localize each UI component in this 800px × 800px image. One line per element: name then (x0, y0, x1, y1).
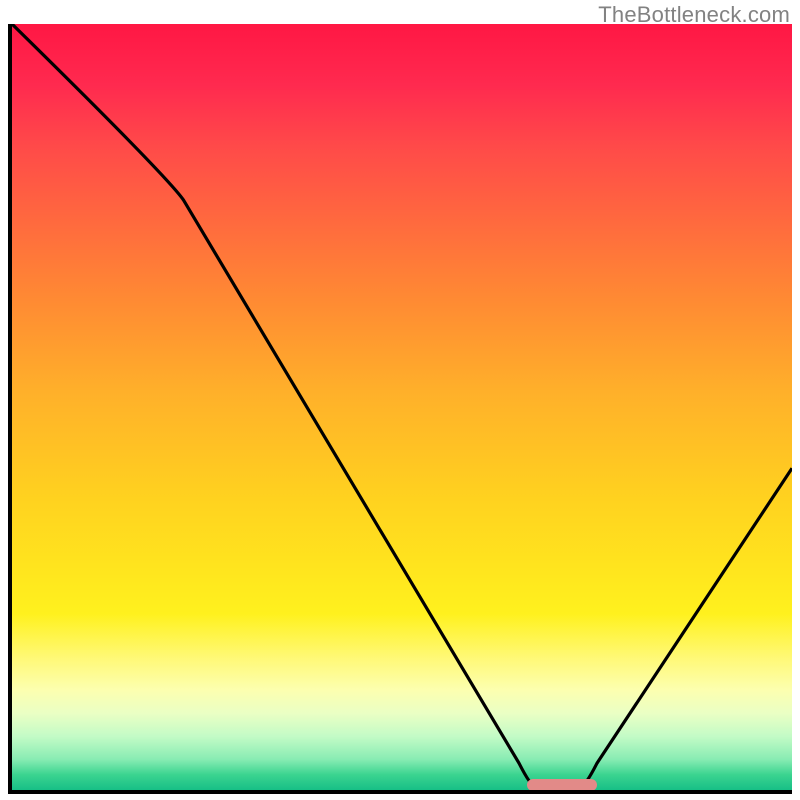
chart-container: TheBottleneck.com (0, 0, 800, 800)
bottleneck-curve (12, 24, 792, 790)
plot-area (8, 24, 792, 794)
optimal-point-marker (527, 779, 597, 791)
watermark-text: TheBottleneck.com (598, 2, 790, 28)
